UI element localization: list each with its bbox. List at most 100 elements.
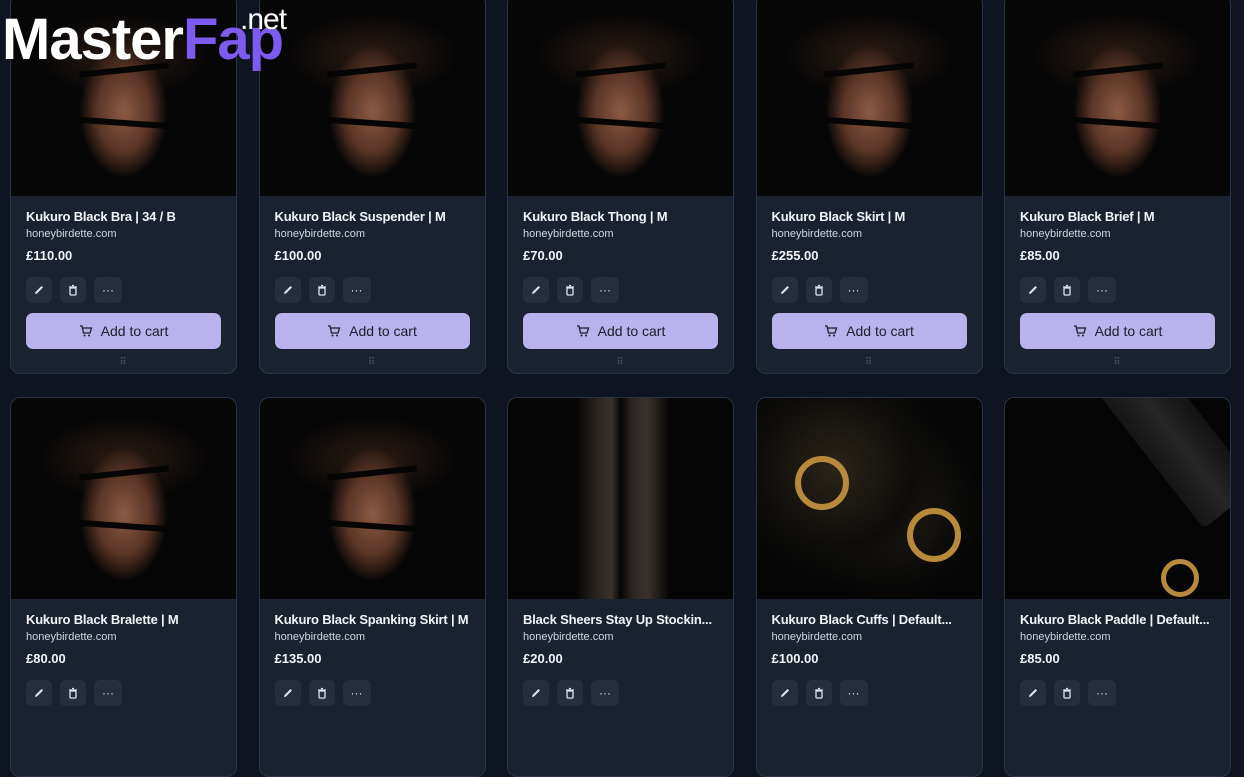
product-domain: honeybirdette.com — [26, 631, 117, 643]
edit-button[interactable] — [274, 277, 301, 303]
product-image[interactable] — [259, 0, 485, 196]
delete-button[interactable] — [308, 680, 335, 706]
product-card[interactable]: Kukuro Black Paddle | Default... honeybi… — [1004, 397, 1231, 777]
edit-button[interactable] — [771, 680, 798, 706]
product-card[interactable]: Kukuro Black Cuffs | Default... honeybir… — [755, 397, 983, 777]
edit-button[interactable] — [523, 680, 549, 706]
pencil-icon — [780, 286, 789, 294]
product-image[interactable] — [756, 0, 982, 196]
product-title[interactable]: Kukuro Black Suspender | M — [275, 209, 470, 224]
delete-button[interactable] — [805, 277, 832, 303]
product-title[interactable]: Kukuro Black Bra | 34 / B — [26, 209, 221, 224]
edit-button[interactable] — [274, 680, 301, 706]
product-title[interactable]: Kukuro Black Spanking Skirt | M — [275, 612, 470, 627]
edit-button[interactable] — [26, 277, 52, 303]
cart-icon — [576, 325, 590, 337]
product-card[interactable]: Kukuro Black Thong | M honeybirdette.com… — [507, 0, 734, 374]
product-price: £110.00 — [26, 248, 73, 263]
pencil-icon — [780, 689, 789, 697]
edit-button[interactable] — [523, 277, 549, 303]
product-image[interactable] — [11, 398, 236, 599]
cart-icon — [1073, 325, 1087, 337]
add-to-cart-button[interactable]: Add to cart — [523, 313, 718, 349]
more-button[interactable]: ··· — [94, 277, 122, 303]
watermark-logo: MasterFap .net — [2, 0, 287, 80]
pencil-icon — [532, 286, 540, 294]
more-icon: ··· — [847, 283, 860, 297]
delete-button[interactable] — [557, 277, 583, 303]
cart-icon — [328, 325, 341, 337]
trash-icon — [317, 284, 326, 296]
more-button[interactable]: ··· — [342, 680, 371, 706]
product-price: £255.00 — [771, 248, 819, 263]
delete-button[interactable] — [1054, 680, 1080, 706]
product-domain: honeybirdette.com — [274, 631, 366, 643]
product-title[interactable]: Kukuro Black Brief | M — [1020, 209, 1215, 224]
drag-handle[interactable]: ⠿ — [26, 357, 221, 368]
trash-icon — [566, 687, 574, 699]
edit-button[interactable] — [1020, 680, 1046, 706]
delete-button[interactable] — [557, 680, 583, 706]
pencil-icon — [283, 286, 292, 294]
product-card[interactable]: Kukuro Black Suspender | M honeybirdette… — [258, 0, 486, 374]
drag-handle[interactable]: ⠿ — [275, 357, 470, 368]
product-title[interactable]: Kukuro Black Cuffs | Default... — [772, 612, 967, 627]
product-image[interactable] — [259, 398, 485, 599]
more-button[interactable]: ··· — [591, 680, 619, 706]
product-title[interactable]: Kukuro Black Thong | M — [523, 209, 718, 224]
drag-handle[interactable]: ⠿ — [523, 357, 718, 368]
pencil-icon — [1029, 286, 1037, 294]
edit-button[interactable] — [26, 680, 52, 706]
more-icon: ··· — [102, 283, 114, 297]
more-button[interactable]: ··· — [839, 680, 868, 706]
more-button[interactable]: ··· — [1088, 277, 1116, 303]
drag-handle[interactable]: ⠿ — [772, 357, 967, 368]
add-to-cart-button[interactable]: Add to cart — [1020, 313, 1215, 349]
product-domain: honeybirdette.com — [1020, 228, 1111, 240]
add-to-cart-button[interactable]: Add to cart — [274, 313, 470, 349]
product-card[interactable]: Kukuro Black Brief | M honeybirdette.com… — [1004, 0, 1231, 374]
delete-button[interactable] — [805, 680, 832, 706]
product-card[interactable]: Black Sheers Stay Up Stockin... honeybir… — [507, 397, 734, 777]
product-image[interactable] — [756, 398, 982, 599]
more-button[interactable]: ··· — [591, 277, 619, 303]
product-image[interactable] — [1005, 398, 1230, 599]
delete-button[interactable] — [308, 277, 335, 303]
more-button[interactable]: ··· — [94, 680, 122, 706]
product-image[interactable] — [1005, 0, 1230, 196]
trash-icon — [1063, 284, 1071, 296]
edit-button[interactable] — [1020, 277, 1046, 303]
product-title[interactable]: Kukuro Black Paddle | Default... — [1020, 612, 1215, 627]
more-icon: ··· — [1096, 283, 1108, 297]
edit-button[interactable] — [771, 277, 798, 303]
product-price: £85.00 — [1020, 651, 1060, 666]
product-grid: Kukuro Black Bra | 34 / B honeybirdette.… — [10, 0, 1231, 777]
more-button[interactable]: ··· — [342, 277, 371, 303]
product-image[interactable] — [508, 0, 733, 196]
product-title[interactable]: Black Sheers Stay Up Stockin... — [523, 612, 718, 627]
trash-icon — [317, 687, 326, 699]
more-icon: ··· — [350, 686, 363, 700]
delete-button[interactable] — [1054, 277, 1080, 303]
pencil-icon — [35, 286, 43, 294]
add-to-cart-button[interactable]: Add to cart — [26, 313, 221, 349]
more-button[interactable]: ··· — [839, 277, 868, 303]
product-domain: honeybirdette.com — [771, 631, 863, 643]
product-image[interactable] — [508, 398, 733, 599]
product-domain: honeybirdette.com — [274, 228, 366, 240]
delete-button[interactable] — [60, 277, 86, 303]
product-title[interactable]: Kukuro Black Bralette | M — [26, 612, 221, 627]
cart-icon — [825, 325, 838, 337]
more-button[interactable]: ··· — [1088, 680, 1116, 706]
delete-button[interactable] — [60, 680, 86, 706]
product-title[interactable]: Kukuro Black Skirt | M — [772, 209, 967, 224]
add-to-cart-button[interactable]: Add to cart — [771, 313, 967, 349]
add-to-cart-label: Add to cart — [846, 323, 914, 339]
product-card[interactable]: Kukuro Black Spanking Skirt | M honeybir… — [258, 397, 486, 777]
product-domain: honeybirdette.com — [523, 228, 614, 240]
drag-handle[interactable]: ⠿ — [1020, 357, 1215, 368]
add-to-cart-label: Add to cart — [1094, 323, 1163, 339]
product-card[interactable]: Kukuro Black Bralette | M honeybirdette.… — [10, 397, 237, 777]
product-card[interactable]: Kukuro Black Skirt | M honeybirdette.com… — [755, 0, 983, 374]
trash-icon — [1063, 687, 1071, 699]
